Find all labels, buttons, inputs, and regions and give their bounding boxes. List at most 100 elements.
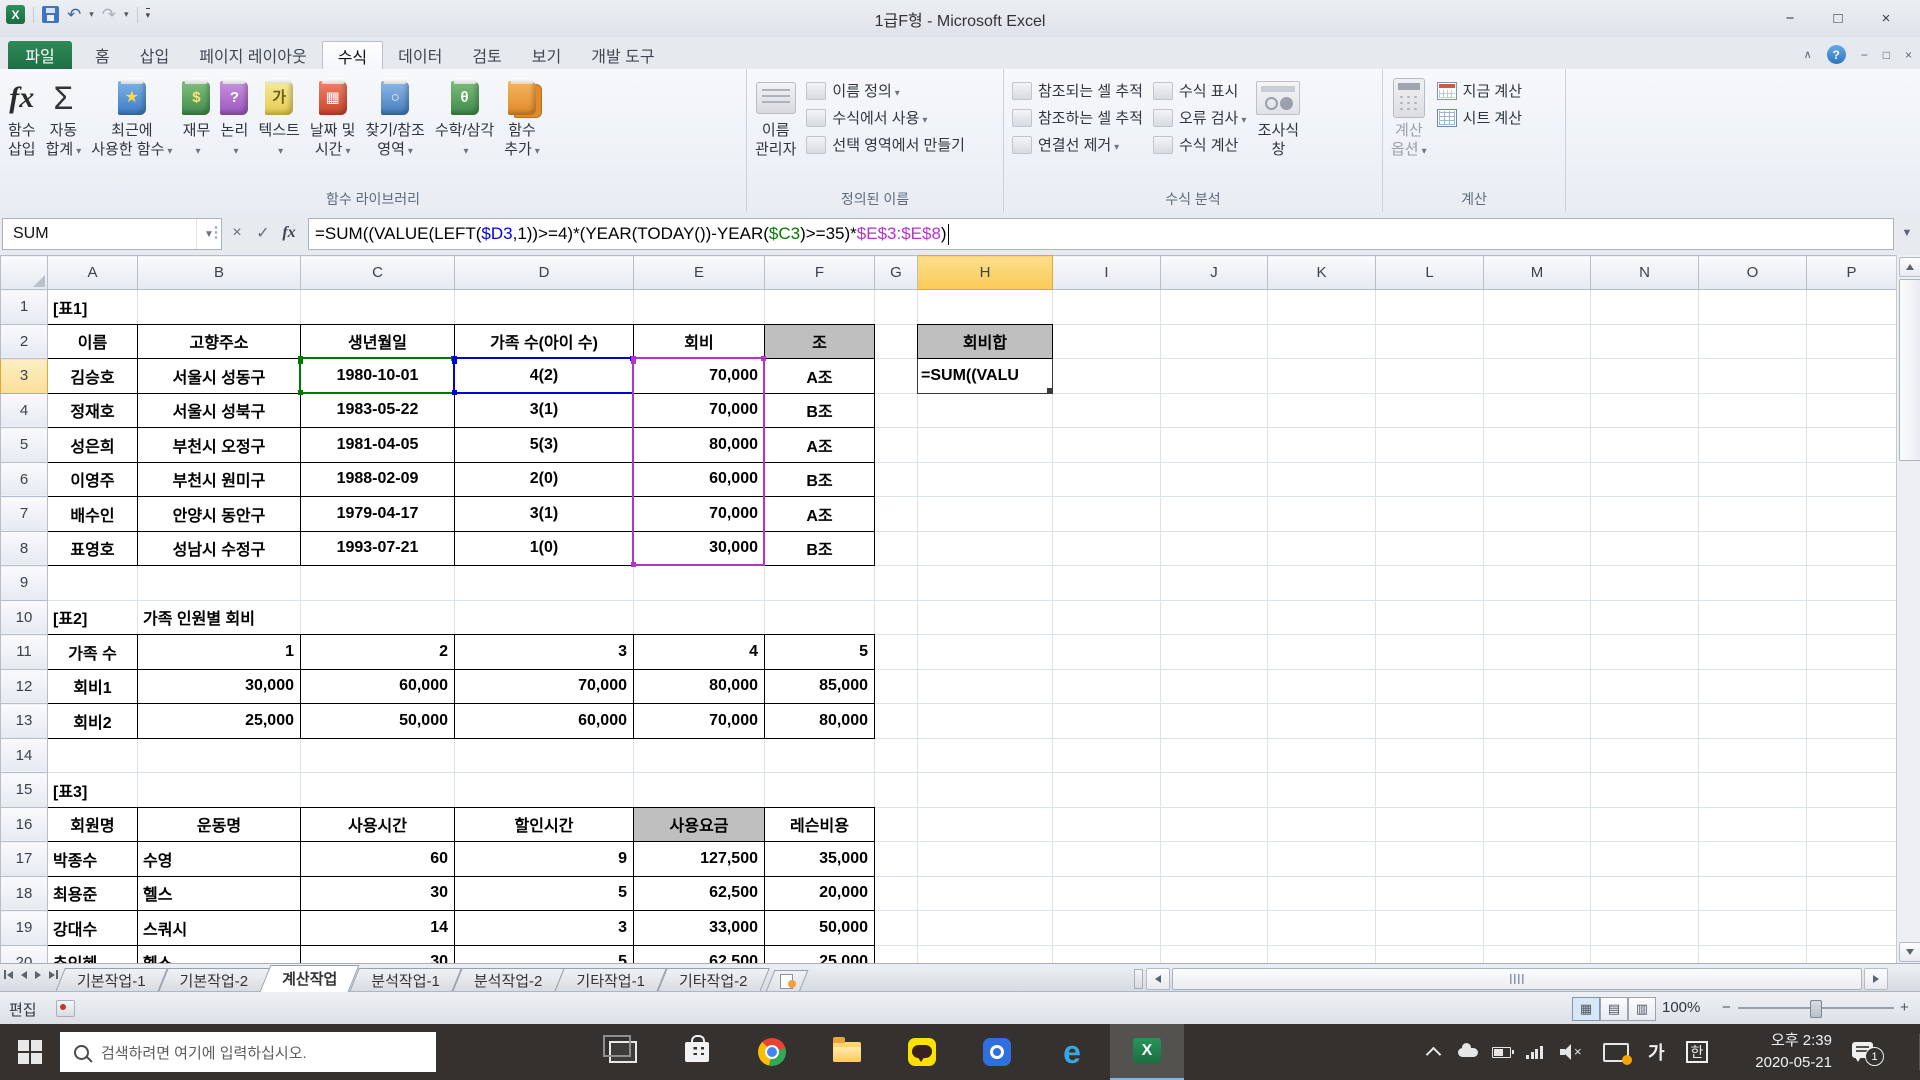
row-header-2[interactable]: 2 [0, 323, 48, 359]
column-header-C[interactable]: C [300, 255, 455, 290]
cell-N14[interactable] [1590, 737, 1699, 773]
row-header-5[interactable]: 5 [0, 427, 48, 463]
cell-L1[interactable] [1375, 289, 1484, 325]
cell-E9[interactable] [633, 565, 765, 601]
column-header-I[interactable]: I [1052, 255, 1161, 290]
cell-I5[interactable] [1052, 427, 1161, 463]
cell-F20[interactable]: 25,000 [764, 944, 875, 963]
cell-O7[interactable] [1698, 496, 1807, 532]
cell-A15[interactable]: [표3] [47, 772, 138, 808]
cell-E2[interactable]: 회비 [633, 323, 765, 359]
last-sheet-button[interactable] [49, 970, 58, 979]
cell-F5[interactable]: A조 [764, 427, 875, 463]
vertical-scrollbar[interactable] [1896, 255, 1920, 963]
cell-M20[interactable] [1483, 944, 1591, 963]
cell-P9[interactable] [1806, 565, 1896, 601]
cell-D3[interactable]: 4(2) [454, 358, 634, 394]
cell-L16[interactable] [1375, 806, 1484, 842]
cell-N7[interactable] [1590, 496, 1699, 532]
cell-H17[interactable] [917, 841, 1053, 877]
cell-G14[interactable] [874, 737, 918, 773]
cell-D14[interactable] [454, 737, 634, 773]
cell-O9[interactable] [1698, 565, 1807, 601]
sheet-tab-1[interactable]: 기본작업-1 [60, 968, 163, 992]
cell-A12[interactable]: 회비1 [47, 668, 138, 704]
cell-E18[interactable]: 62,500 [633, 875, 765, 911]
cell-H11[interactable] [917, 634, 1053, 670]
ribbon-button-financial[interactable]: $ 재무 [177, 74, 215, 160]
cell-P1[interactable] [1806, 289, 1896, 325]
cell-N13[interactable] [1590, 703, 1699, 739]
column-header-G[interactable]: G [874, 255, 918, 290]
cell-M17[interactable] [1483, 841, 1591, 877]
cell-B15[interactable] [137, 772, 301, 808]
cell-F7[interactable]: A조 [764, 496, 875, 532]
cell-G10[interactable] [874, 599, 918, 635]
cell-M13[interactable] [1483, 703, 1591, 739]
cell-G20[interactable] [874, 944, 918, 963]
cell-P2[interactable] [1806, 323, 1896, 359]
cell-A13[interactable]: 회비2 [47, 703, 138, 739]
cell-O1[interactable] [1698, 289, 1807, 325]
cell-J15[interactable] [1160, 772, 1268, 808]
cell-C12[interactable]: 60,000 [300, 668, 455, 704]
cell-K7[interactable] [1267, 496, 1376, 532]
cell-B7[interactable]: 안양시 동안구 [137, 496, 301, 532]
close-button[interactable]: × [1862, 10, 1910, 27]
ribbon-button-insert-function[interactable]: fx 함수 삽입 [3, 74, 41, 160]
ribbon-tab-formulas[interactable]: 수식 [321, 41, 384, 69]
cell-K17[interactable] [1267, 841, 1376, 877]
cell-L9[interactable] [1375, 565, 1484, 601]
taskbar-app-task-view[interactable] [586, 1024, 660, 1080]
cell-E8[interactable]: 30,000 [633, 530, 765, 566]
cell-B16[interactable]: 운동명 [137, 806, 301, 842]
help-icon[interactable]: ? [1826, 45, 1846, 64]
cell-A18[interactable]: 최용준 [47, 875, 138, 911]
cell-E15[interactable] [633, 772, 765, 808]
ribbon-button-create-from-selection[interactable]: 선택 영역에서 만들기 [801, 131, 970, 158]
cell-B1[interactable] [137, 289, 301, 325]
cell-H4[interactable] [917, 392, 1053, 428]
cell-P16[interactable] [1806, 806, 1896, 842]
column-header-O[interactable]: O [1698, 255, 1807, 290]
cell-K2[interactable] [1267, 323, 1376, 359]
insert-worksheet-button[interactable] [770, 970, 804, 992]
cell-L13[interactable] [1375, 703, 1484, 739]
taskbar-clock[interactable]: 오후 2:39 2020-05-21 [1726, 1024, 1832, 1080]
cell-G18[interactable] [874, 875, 918, 911]
notification-center-icon[interactable]: 1 [1852, 1024, 1884, 1080]
cell-E20[interactable]: 62,500 [633, 944, 765, 963]
cell-P5[interactable] [1806, 427, 1896, 463]
cell-M11[interactable] [1483, 634, 1591, 670]
ime-ga-indicator[interactable]: 가 [1648, 1024, 1665, 1080]
cell-C14[interactable] [300, 737, 455, 773]
cell-F10[interactable] [764, 599, 875, 635]
cell-K10[interactable] [1267, 599, 1376, 635]
cell-A3[interactable]: 김승호 [47, 358, 138, 394]
cell-C7[interactable]: 1979-04-17 [300, 496, 455, 532]
cell-C6[interactable]: 1988-02-09 [300, 461, 455, 497]
horizontal-scroll-thumb[interactable] [1172, 968, 1862, 990]
cell-N11[interactable] [1590, 634, 1699, 670]
cell-N9[interactable] [1590, 565, 1699, 601]
cell-J9[interactable] [1160, 565, 1268, 601]
row-header-10[interactable]: 10 [0, 599, 48, 635]
column-header-D[interactable]: D [454, 255, 634, 290]
row-header-7[interactable]: 7 [0, 496, 48, 532]
row-header-16[interactable]: 16 [0, 806, 48, 842]
cell-I12[interactable] [1052, 668, 1161, 704]
cell-H14[interactable] [917, 737, 1053, 773]
collapse-ribbon-icon[interactable]: ∧ [1804, 48, 1812, 61]
cell-H7[interactable] [917, 496, 1053, 532]
cell-L20[interactable] [1375, 944, 1484, 963]
scroll-up-icon[interactable] [1899, 257, 1920, 277]
cell-F13[interactable]: 80,000 [764, 703, 875, 739]
cell-H16[interactable] [917, 806, 1053, 842]
cell-H15[interactable] [917, 772, 1053, 808]
column-header-J[interactable]: J [1160, 255, 1268, 290]
cell-N20[interactable] [1590, 944, 1699, 963]
cell-P12[interactable] [1806, 668, 1896, 704]
cell-N16[interactable] [1590, 806, 1699, 842]
cell-B12[interactable]: 30,000 [137, 668, 301, 704]
cell-J8[interactable] [1160, 530, 1268, 566]
